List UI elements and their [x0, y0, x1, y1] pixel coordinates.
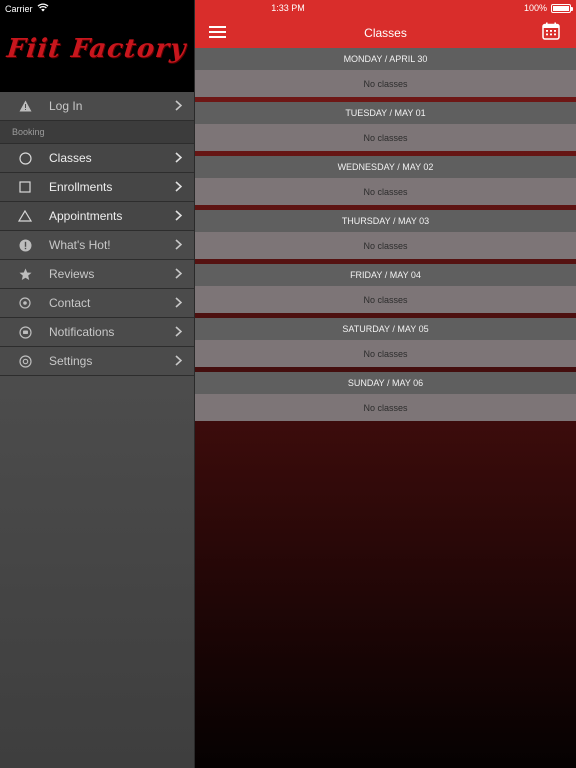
empty-day-message: No classes: [195, 394, 576, 421]
empty-day-message: No classes: [195, 286, 576, 313]
alert-icon: [18, 238, 32, 252]
sidebar-item-enrollments[interactable]: Enrollments: [0, 173, 194, 202]
battery-percent: 100%: [523, 3, 547, 13]
sidebar-item-label: Appointments: [49, 209, 123, 223]
sidebar-item-classes[interactable]: Classes: [0, 144, 194, 173]
day-header: SATURDAY / MAY 05: [195, 318, 576, 340]
chevron-right-icon: [175, 152, 183, 166]
sidebar-item-settings[interactable]: Settings: [0, 347, 194, 376]
sidebar-item-appointments[interactable]: Appointments: [0, 202, 194, 231]
location-pin-icon: [18, 296, 32, 310]
day-section: MONDAY / APRIL 30 No classes: [195, 48, 576, 97]
sidebar-item-log-in[interactable]: Log In: [0, 92, 194, 121]
day-section: TUESDAY / MAY 01 No classes: [195, 102, 576, 151]
day-section: SUNDAY / MAY 06 No classes: [195, 372, 576, 421]
chevron-right-icon: [175, 355, 183, 369]
day-section: SATURDAY / MAY 05 No classes: [195, 318, 576, 367]
empty-day-message: No classes: [195, 178, 576, 205]
star-icon: [18, 267, 32, 281]
circle-icon: [18, 151, 32, 165]
warning-icon: [18, 99, 32, 113]
day-section: WEDNESDAY / MAY 02 No classes: [195, 156, 576, 205]
logo: Fiit Factory: [5, 34, 189, 64]
battery-icon: [551, 3, 573, 13]
square-icon: [18, 180, 32, 194]
empty-day-message: No classes: [195, 232, 576, 259]
section-label-booking: Booking: [0, 121, 194, 144]
days-list: MONDAY / APRIL 30 No classes TUESDAY / M…: [195, 48, 576, 421]
day-section: THURSDAY / MAY 03 No classes: [195, 210, 576, 259]
sidebar-item-label: Contact: [49, 296, 91, 310]
day-section: FRIDAY / MAY 04 No classes: [195, 264, 576, 313]
sidebar-item-label: Classes: [49, 151, 92, 165]
day-header: SUNDAY / MAY 06: [195, 372, 576, 394]
day-header: WEDNESDAY / MAY 02: [195, 156, 576, 178]
sidebar-item-label: Settings: [49, 354, 93, 368]
sidebar-item-whats-hot[interactable]: What's Hot!: [0, 231, 194, 260]
main-content: Classes MONDAY / APRIL 30 No classes TUE…: [195, 0, 576, 768]
day-header: TUESDAY / MAY 01: [195, 102, 576, 124]
sidebar-item-contact[interactable]: Contact: [0, 289, 194, 318]
gear-icon: [18, 354, 32, 368]
chevron-right-icon: [175, 297, 183, 311]
empty-day-message: No classes: [195, 124, 576, 151]
empty-day-message: No classes: [195, 340, 576, 367]
sidebar-item-reviews[interactable]: Reviews: [0, 260, 194, 289]
sidebar-item-notifications[interactable]: Notifications: [0, 318, 194, 347]
chevron-right-icon: [175, 210, 183, 224]
day-header: THURSDAY / MAY 03: [195, 210, 576, 232]
page-title: Classes: [364, 26, 407, 40]
chevron-right-icon: [175, 326, 183, 340]
sidebar-item-label: Reviews: [49, 267, 95, 281]
calendar-icon[interactable]: [542, 22, 560, 40]
day-header: MONDAY / APRIL 30: [195, 48, 576, 70]
sidebar-item-label: Notifications: [49, 325, 115, 339]
chevron-right-icon: [175, 181, 183, 195]
sidebar-item-label: Enrollments: [49, 180, 113, 194]
day-header: FRIDAY / MAY 04: [195, 264, 576, 286]
triangle-icon: [18, 209, 32, 223]
status-right: 100%: [523, 3, 573, 13]
sidebar-item-label: What's Hot!: [49, 238, 111, 252]
chevron-right-icon: [175, 239, 183, 253]
sidebar: Fiit Factory Log In Booking Classes Enro…: [0, 0, 195, 768]
status-time: 1:33 PM: [271, 3, 305, 13]
chevron-right-icon: [175, 268, 183, 282]
status-bar: Carrier 1:33 PM 100%: [0, 0, 576, 16]
empty-day-message: No classes: [195, 70, 576, 97]
chat-bubble-icon: [18, 325, 32, 339]
chevron-right-icon: [175, 100, 183, 114]
sidebar-item-label: Log In: [49, 99, 83, 113]
